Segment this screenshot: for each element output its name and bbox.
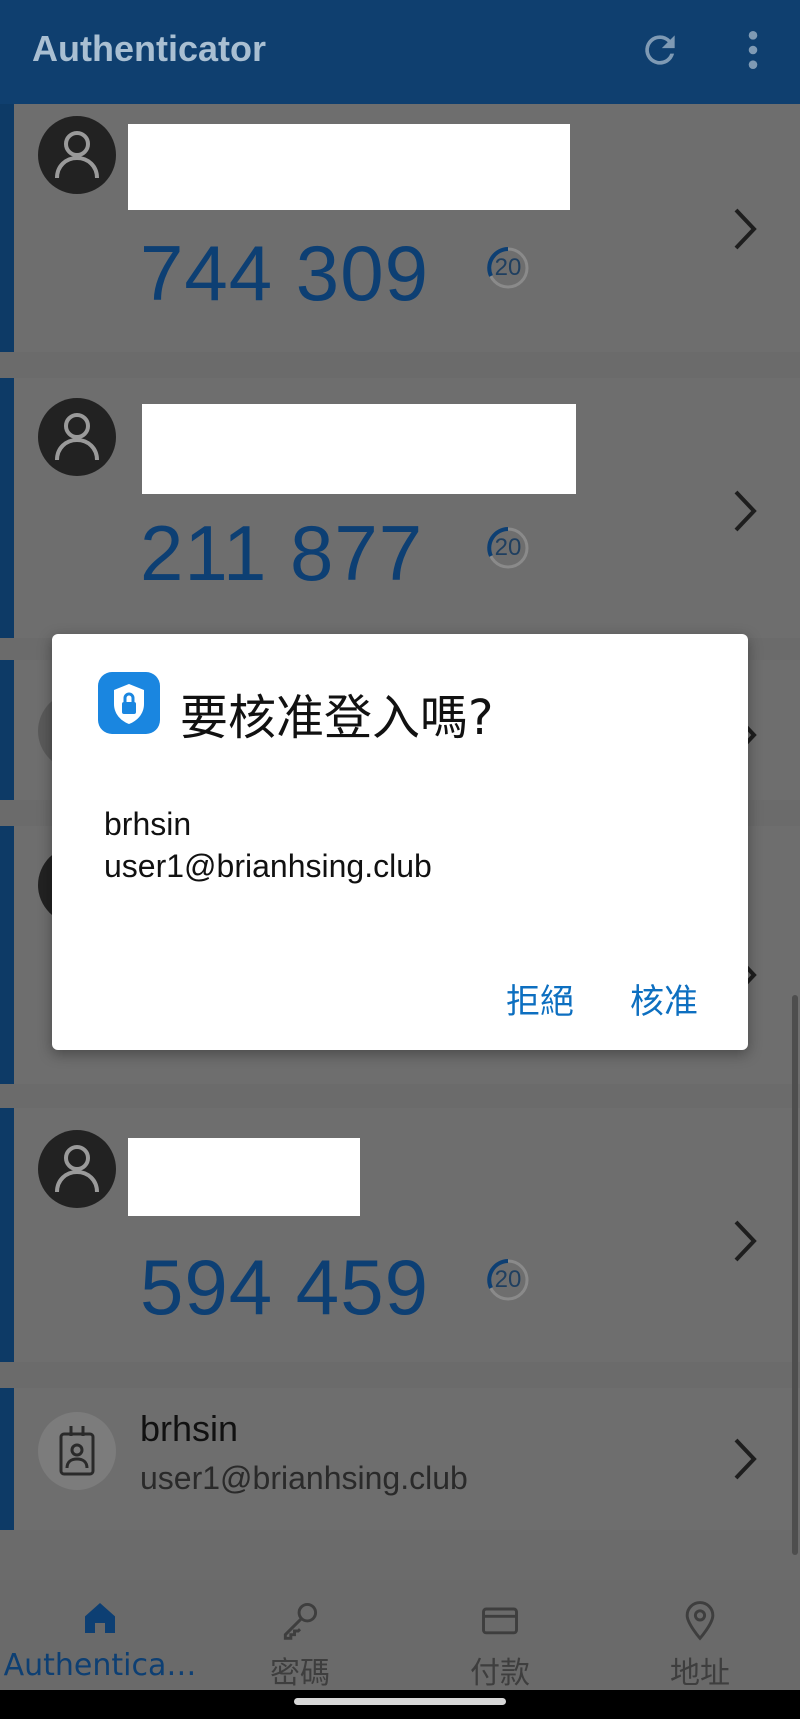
- card-accent: [0, 660, 14, 800]
- app-bar: Authenticator: [0, 0, 800, 104]
- scrollbar[interactable]: [792, 995, 798, 1555]
- card-accent: [0, 826, 14, 1084]
- approve-button[interactable]: 核准: [630, 974, 698, 1023]
- countdown-timer: 20: [486, 246, 529, 289]
- bottom-navigation: Authentica… 密碼 付款 地址: [0, 1580, 800, 1691]
- nav-item-addresses[interactable]: 地址: [600, 1580, 800, 1691]
- more-vertical-icon[interactable]: [738, 28, 768, 72]
- account-card[interactable]: 211 877 20: [0, 378, 800, 638]
- approve-sign-in-dialog: 要核准登入嗎? brhsin user1@brianhsing.club 拒絕 …: [52, 634, 748, 1050]
- card-icon: [482, 1607, 518, 1635]
- avatar: [38, 116, 116, 194]
- dialog-email: user1@brianhsing.club: [104, 848, 432, 884]
- app-title: Authenticator: [32, 28, 266, 69]
- home-indicator[interactable]: [294, 1698, 506, 1705]
- timer-seconds: 20: [494, 254, 522, 281]
- nav-label: Authentica…: [3, 1648, 197, 1683]
- otp-code: 594 459: [140, 1243, 429, 1331]
- work-account-email: user1@brianhsing.club: [140, 1460, 468, 1496]
- home-icon: [85, 1603, 115, 1633]
- account-card[interactable]: 594 459 20: [0, 1108, 800, 1362]
- card-accent: [0, 104, 14, 352]
- card-accent: [0, 1108, 14, 1362]
- refresh-icon[interactable]: [638, 28, 682, 72]
- otp-code: 211 877: [140, 509, 424, 597]
- timer-seconds: 20: [494, 534, 522, 561]
- nav-label: 密碼: [270, 1656, 330, 1691]
- redacted-account-name: [128, 1138, 360, 1216]
- dialog-username: brhsin: [104, 806, 192, 842]
- avatar: [38, 398, 116, 476]
- nav-item-passwords[interactable]: 密碼: [200, 1580, 400, 1691]
- work-account-name: brhsin: [140, 1408, 239, 1449]
- badge-avatar: [38, 1412, 116, 1490]
- dialog-title: 要核准登入嗎?: [180, 690, 494, 746]
- chevron-right-icon[interactable]: [730, 486, 760, 536]
- nav-label: 付款: [470, 1656, 530, 1691]
- countdown-timer: 20: [486, 526, 529, 569]
- person-icon: [55, 1145, 99, 1193]
- redacted-account-name: [142, 404, 576, 494]
- key-icon: [283, 1602, 318, 1640]
- chevron-right-icon[interactable]: [730, 204, 760, 254]
- avatar: [38, 1130, 116, 1208]
- timer-seconds: 20: [494, 1266, 522, 1293]
- nav-item-payments[interactable]: 付款: [400, 1580, 600, 1691]
- person-icon: [55, 413, 99, 461]
- deny-button[interactable]: 拒絕: [506, 974, 574, 1023]
- authenticator-lock-icon: [98, 672, 160, 734]
- countdown-timer: 20: [486, 1258, 529, 1301]
- nav-item-authenticator[interactable]: Authentica…: [0, 1580, 200, 1690]
- work-account-card[interactable]: brhsin user1@brianhsing.club: [0, 1388, 800, 1530]
- system-navigation-bar: [0, 1690, 800, 1719]
- chevron-right-icon[interactable]: [730, 1434, 760, 1484]
- chevron-right-icon[interactable]: [730, 1216, 760, 1266]
- account-card[interactable]: 744 309 20: [0, 104, 800, 352]
- card-accent: [0, 1388, 14, 1530]
- person-icon: [55, 131, 99, 179]
- card-accent: [0, 378, 14, 638]
- location-pin-icon: [685, 1601, 715, 1641]
- otp-code: 744 309: [140, 229, 429, 317]
- redacted-account-name: [128, 124, 570, 210]
- id-badge-icon: [59, 1426, 95, 1476]
- nav-label: 地址: [670, 1656, 730, 1691]
